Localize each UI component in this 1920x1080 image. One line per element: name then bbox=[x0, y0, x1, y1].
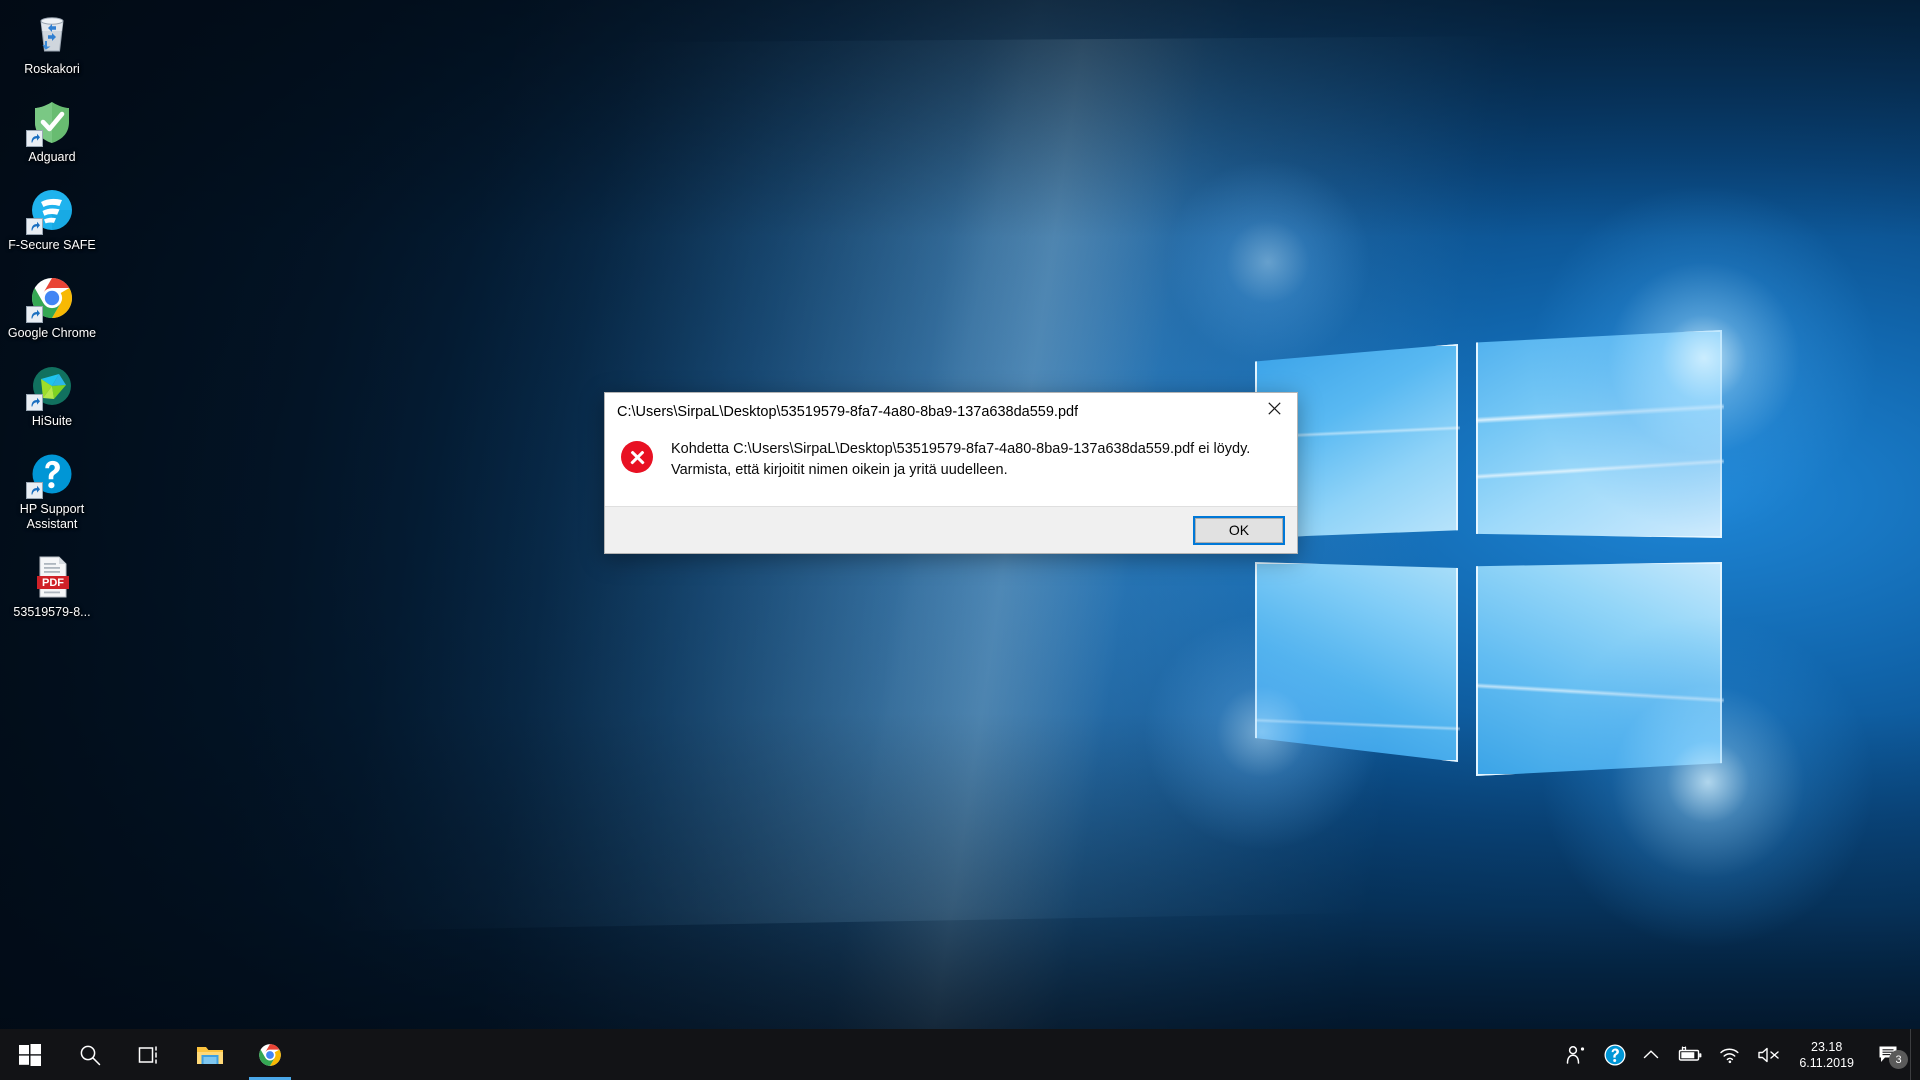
dialog-message-line-2: Varmista, että kirjoitit nimen oikein ja… bbox=[671, 462, 1008, 478]
f-secure-icon bbox=[26, 186, 76, 235]
svg-text:PDF: PDF bbox=[42, 577, 64, 589]
recycle-bin-icon bbox=[28, 10, 76, 58]
search-icon bbox=[80, 1045, 101, 1065]
people-glyph bbox=[1567, 1045, 1585, 1064]
taskbar-spacer bbox=[300, 1029, 1557, 1080]
dialog-message-line-1: Kohdetta C:\Users\SirpaL\Desktop\5351957… bbox=[671, 441, 1251, 457]
shortcut-arrow-icon bbox=[26, 306, 43, 323]
dialog-message: Kohdetta C:\Users\SirpaL\Desktop\5351957… bbox=[671, 439, 1250, 481]
dialog-title-bar[interactable]: C:\Users\SirpaL\Desktop\53519579-8fa7-4a… bbox=[605, 393, 1297, 431]
desktop-icon-label: Roskakori bbox=[24, 62, 80, 76]
shortcut-arrow-icon bbox=[26, 394, 43, 411]
desktop-icon-label: HiSuite bbox=[31, 414, 73, 428]
dialog-title: C:\Users\SirpaL\Desktop\53519579-8fa7-4a… bbox=[617, 404, 1079, 420]
desktop-icon-label: F-Secure SAFE bbox=[8, 238, 96, 252]
hp-support-question-icon bbox=[1604, 1044, 1626, 1065]
shortcut-arrow-icon bbox=[26, 130, 43, 147]
error-icon bbox=[621, 441, 653, 473]
speaker-muted-glyph bbox=[1758, 1047, 1780, 1062]
desktop-icon-adguard[interactable]: Adguard bbox=[4, 94, 100, 168]
shortcut-arrow-icon bbox=[26, 218, 43, 235]
clock-date: 6.11.2019 bbox=[1799, 1055, 1854, 1070]
hp-support-question-icon bbox=[26, 450, 76, 499]
file-not-found-dialog[interactable]: C:\Users\SirpaL\Desktop\53519579-8fa7-4a… bbox=[604, 392, 1298, 554]
windows-logo-icon bbox=[19, 1043, 41, 1066]
notification-count-badge: 3 bbox=[1889, 1050, 1908, 1069]
taskbar-left-group bbox=[0, 1029, 300, 1080]
chrome-icon bbox=[259, 1043, 281, 1066]
dialog-footer: OK bbox=[605, 506, 1297, 553]
people-icon[interactable] bbox=[1557, 1029, 1595, 1080]
close-icon[interactable] bbox=[1251, 393, 1297, 423]
desktop-icon-pdf-file[interactable]: PDF 53519579-8... bbox=[4, 549, 100, 623]
show-hidden-icons-chevron[interactable] bbox=[1635, 1029, 1667, 1080]
desktop-icon-hisuite[interactable]: HiSuite bbox=[4, 358, 100, 432]
desktop-icon-hp-support-assistant[interactable]: HP Support Assistant bbox=[4, 446, 100, 535]
ok-button[interactable]: OK bbox=[1193, 515, 1285, 545]
chevron-up-icon bbox=[1644, 1049, 1659, 1058]
desktop-icon-google-chrome[interactable]: Google Chrome bbox=[4, 270, 100, 344]
folder-icon bbox=[197, 1046, 223, 1064]
hisuite-icon bbox=[26, 362, 76, 411]
desktop-icon-label: Adguard bbox=[28, 150, 76, 164]
adguard-shield-icon bbox=[26, 98, 76, 147]
search-button[interactable] bbox=[60, 1029, 120, 1080]
pdf-file-icon: PDF bbox=[28, 553, 76, 601]
taskbar[interactable]: 23.18 6.11.2019 3 bbox=[0, 1029, 1920, 1080]
close-x-glyph bbox=[1267, 401, 1281, 415]
clock-time: 23.18 bbox=[1811, 1039, 1843, 1054]
system-tray: 23.18 6.11.2019 3 bbox=[1557, 1029, 1920, 1080]
shortcut-arrow-icon bbox=[26, 482, 43, 499]
dialog-body: Kohdetta C:\Users\SirpaL\Desktop\5351957… bbox=[605, 431, 1297, 514]
start-button[interactable] bbox=[0, 1029, 60, 1080]
chrome-taskbar-button[interactable] bbox=[240, 1029, 300, 1080]
battery-glyph bbox=[1679, 1046, 1702, 1061]
desktop-icon-label: HP Support Assistant bbox=[19, 502, 85, 531]
desktop-icon-label: Google Chrome bbox=[7, 326, 97, 340]
wifi-icon[interactable] bbox=[1711, 1029, 1749, 1080]
taskbar-clock[interactable]: 23.18 6.11.2019 bbox=[1789, 1029, 1868, 1080]
desktop[interactable]: Roskakori Adguard F-Secure SAFE Google C… bbox=[0, 0, 1920, 1080]
volume-muted-icon[interactable] bbox=[1749, 1029, 1789, 1080]
battery-charging-icon[interactable] bbox=[1667, 1029, 1711, 1080]
file-explorer-button[interactable] bbox=[180, 1029, 240, 1080]
chrome-icon bbox=[26, 274, 76, 323]
wifi-glyph bbox=[1720, 1048, 1739, 1063]
task-view-icon bbox=[138, 1045, 157, 1064]
desktop-icon-grid: Roskakori Adguard F-Secure SAFE Google C… bbox=[4, 6, 100, 637]
task-view-button[interactable] bbox=[120, 1029, 180, 1080]
desktop-icon-label: 53519579-8... bbox=[13, 605, 91, 619]
notifications-button[interactable]: 3 bbox=[1868, 1029, 1910, 1080]
show-desktop-button[interactable] bbox=[1910, 1029, 1918, 1080]
desktop-icon-f-secure-safe[interactable]: F-Secure SAFE bbox=[4, 182, 100, 256]
hp-support-tray-icon[interactable] bbox=[1595, 1029, 1635, 1080]
desktop-icon-recycle-bin[interactable]: Roskakori bbox=[4, 6, 100, 80]
